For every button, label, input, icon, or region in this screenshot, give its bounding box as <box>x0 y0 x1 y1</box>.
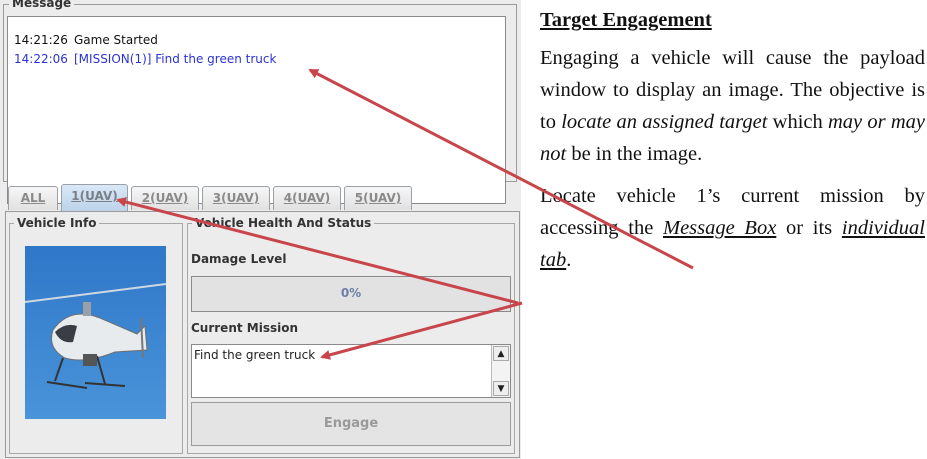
message-text: [MISSION(1)] Find the green truck <box>74 52 277 66</box>
current-mission-box[interactable]: Find the green truck ▲ ▼ <box>191 344 511 398</box>
message-box-link[interactable]: Message Box <box>663 217 776 239</box>
p1-text-c: be in the image. <box>566 143 703 165</box>
message-group-title: Message <box>9 0 75 10</box>
message-line: 14:21:26 Game Started <box>14 33 158 47</box>
helicopter-image <box>25 246 166 419</box>
p2-text-c: . <box>566 249 572 271</box>
tab-uav-3[interactable]: 3(UAV) <box>202 186 270 210</box>
current-mission-text: Find the green truck <box>194 348 316 362</box>
tab-uav-2[interactable]: 2(UAV) <box>131 186 199 210</box>
instructions-panel: Target Engagement Engaging a vehicle wil… <box>540 4 925 286</box>
vehicle-info-title: Vehicle Info <box>14 216 100 230</box>
p2-text-b: or its <box>776 217 842 239</box>
instructions-heading: Target Engagement <box>540 9 712 31</box>
uav-control-panel: Message 14:21:26 Game Started 14:22:06 [MI… <box>0 0 521 459</box>
engage-button[interactable]: Engage <box>191 402 511 446</box>
vehicle-info-group: Vehicle Info <box>9 216 183 454</box>
message-text: Game Started <box>74 33 158 47</box>
scroll-up-icon[interactable]: ▲ <box>493 346 509 361</box>
scroll-down-icon[interactable]: ▼ <box>493 381 509 396</box>
message-box[interactable]: 14:21:26 Game Started 14:22:06 [MISSION(1)… <box>7 16 506 204</box>
p1-emphasis-1: locate an assigned target <box>561 111 768 133</box>
vehicle-health-group: Vehicle Health And Status Damage Level 0… <box>187 216 515 454</box>
tab-uav-4[interactable]: 4(UAV) <box>273 186 341 210</box>
current-mission-label: Current Mission <box>191 321 299 335</box>
damage-level-label: Damage Level <box>191 252 287 266</box>
p1-text-b: which <box>767 111 828 133</box>
instructions-paragraph-2: Locate vehicle 1’s current mission by ac… <box>540 180 925 276</box>
message-time: 14:21:26 <box>14 33 68 47</box>
damage-level-bar: 0% <box>191 276 511 312</box>
message-line: 14:22:06 [MISSION(1)] Find the green truc… <box>14 52 276 66</box>
message-time: 14:22:06 <box>14 52 68 66</box>
instructions-paragraph-1: Engaging a vehicle will cause the payloa… <box>540 42 925 170</box>
tab-content: Vehicle Info Vehicle Health And Status D… <box>5 211 520 458</box>
mission-scrollbar[interactable]: ▲ ▼ <box>491 345 510 397</box>
vehicle-health-title: Vehicle Health And Status <box>192 216 375 230</box>
tab-uav-1[interactable]: 1(UAV) <box>61 184 128 211</box>
tab-all[interactable]: ALL <box>8 186 58 210</box>
tab-uav-5[interactable]: 5(UAV) <box>344 186 412 210</box>
